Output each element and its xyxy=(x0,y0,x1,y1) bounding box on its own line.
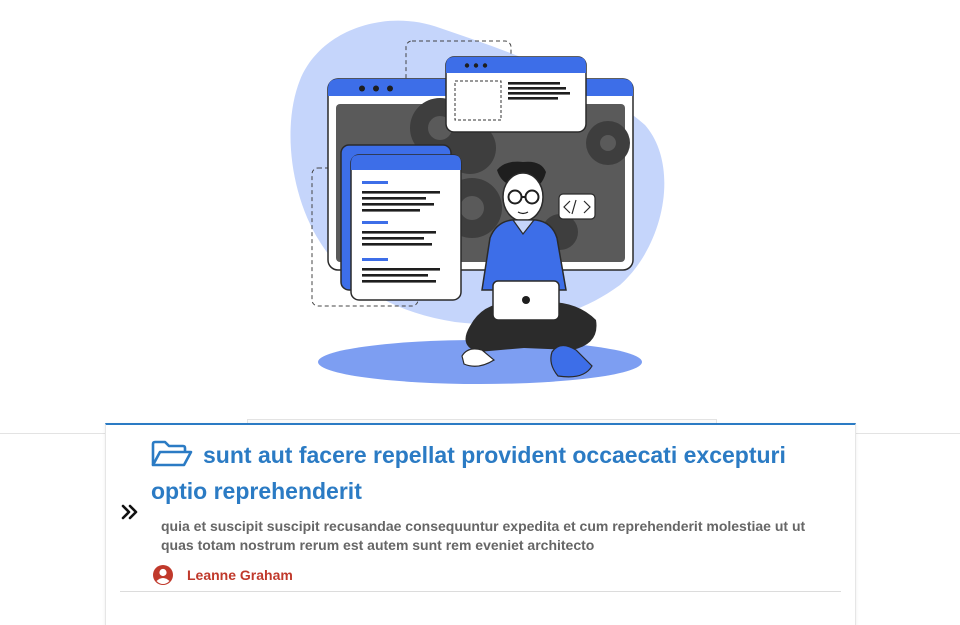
user-circle-icon xyxy=(153,565,173,585)
developer-laptop-illustration xyxy=(290,20,665,384)
folder-open-icon xyxy=(151,440,193,467)
post-title-heading: sunt aut facere repellat provident occae… xyxy=(151,437,831,509)
post-body: quia et suscipit suscipit recusandae con… xyxy=(161,518,806,553)
post-author: Leanne Graham xyxy=(152,564,293,586)
post-title[interactable]: sunt aut facere repellat provident occae… xyxy=(151,442,786,504)
author-name[interactable]: Leanne Graham xyxy=(187,567,293,583)
double-chevron-right-icon[interactable] xyxy=(120,504,140,520)
document-page xyxy=(350,154,462,301)
card-divider xyxy=(120,591,841,592)
hero-illustration xyxy=(0,0,960,420)
post-card[interactable]: sunt aut facere repellat provident occae… xyxy=(105,423,856,625)
